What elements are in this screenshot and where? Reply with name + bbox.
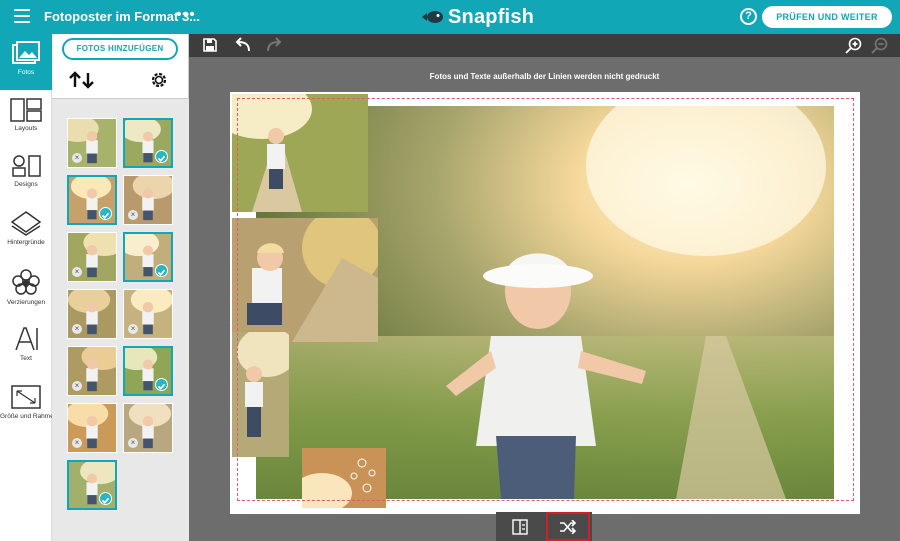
photo-thumbnail[interactable]	[67, 173, 117, 225]
nav-item-photos[interactable]: Fotos	[0, 34, 52, 90]
poster-canvas	[230, 92, 860, 514]
undo-icon[interactable]	[233, 37, 253, 53]
photos-icon	[12, 41, 40, 64]
remove-icon[interactable]: ×	[72, 381, 82, 391]
remove-icon[interactable]: ×	[72, 438, 82, 448]
photo-thumbnail[interactable]: ×	[67, 343, 124, 396]
check-icon	[155, 378, 168, 391]
sort-icon[interactable]	[68, 71, 96, 89]
collage-photo[interactable]	[232, 218, 378, 342]
layout-swap-button[interactable]	[496, 512, 544, 541]
backgrounds-icon	[10, 211, 42, 236]
layouts-icon	[10, 98, 42, 122]
brand-name: Snapfish	[448, 5, 535, 28]
add-photos-button[interactable]: FOTOS HINZUFÜGEN	[62, 38, 178, 60]
size-frame-icon	[11, 385, 41, 409]
remove-icon[interactable]: ×	[128, 438, 138, 448]
designs-icon	[12, 155, 41, 177]
nav-item-layouts[interactable]: Layouts	[0, 98, 52, 132]
photo-thumbnail[interactable]: ×	[66, 400, 117, 453]
fish-icon	[422, 11, 443, 23]
remove-icon[interactable]: ×	[72, 153, 82, 163]
remove-icon[interactable]: ×	[128, 324, 138, 334]
canvas-area: Fotos und Texte außerhalb der Linien wer…	[189, 57, 900, 541]
more-options-icon[interactable]: •••	[176, 6, 196, 24]
collage-photo[interactable]	[302, 448, 386, 508]
photo-thumbnail[interactable]	[118, 230, 173, 282]
text-icon	[15, 327, 38, 351]
nav-label: Layouts	[14, 125, 38, 132]
photo-thumbnail[interactable]: ×	[123, 172, 175, 225]
photo-action-bar	[496, 512, 592, 541]
gear-icon[interactable]	[150, 71, 168, 89]
photo-thumbnail[interactable]: ×	[67, 286, 117, 339]
collage-photo[interactable]	[232, 94, 368, 212]
check-icon	[155, 150, 168, 163]
photo-thumbnail[interactable]: ×	[67, 229, 126, 282]
brand-logo: Snapfish	[420, 5, 534, 29]
remove-icon[interactable]: ×	[72, 267, 82, 277]
nav-item-backgrounds[interactable]: Hintergründe	[0, 210, 52, 246]
print-notice: Fotos und Texte außerhalb der Linien wer…	[429, 72, 660, 81]
zoom-in-icon[interactable]	[845, 37, 863, 55]
nav-label: Fotos	[17, 69, 35, 76]
nav-label: Größe und Rahmen	[0, 413, 58, 420]
nav-label: Verzierungen	[6, 299, 46, 306]
nav-item-size-frame[interactable]: Größe und Rahmen	[0, 384, 58, 420]
check-icon	[99, 492, 112, 505]
photo-thumbnail[interactable]: ×	[123, 286, 173, 339]
photo-thumbnail[interactable]: ×	[56, 115, 117, 168]
remove-icon[interactable]: ×	[128, 210, 138, 220]
photo-thumbnail[interactable]: ×	[123, 400, 173, 453]
help-icon[interactable]: ?	[740, 8, 757, 25]
shuffle-button[interactable]	[546, 512, 590, 541]
photo-thumbnail[interactable]	[67, 458, 121, 510]
shuffle-icon	[560, 519, 577, 534]
zoom-out-icon[interactable]	[871, 37, 889, 55]
photo-thumbnail[interactable]	[120, 116, 173, 168]
photo-thumbnail[interactable]	[116, 344, 173, 396]
collage-photo[interactable]	[232, 332, 289, 457]
left-navigation: Fotos Layouts Designs Hintergründe Verzi…	[0, 34, 58, 541]
remove-icon[interactable]: ×	[72, 324, 82, 334]
photos-panel: FOTOS HINZUFÜGEN × × × × × × × ×	[52, 34, 189, 541]
nav-label: Designs	[14, 181, 38, 188]
check-icon	[155, 264, 168, 277]
photo-thumbnail-list: × × × × × × × ×	[52, 99, 189, 541]
review-continue-button[interactable]: PRÜFEN UND WEITER	[762, 6, 892, 28]
editor-toolbar	[189, 34, 900, 57]
menu-icon[interactable]	[14, 9, 30, 23]
nav-item-text[interactable]: Text	[0, 326, 52, 362]
nav-item-designs[interactable]: Designs	[0, 154, 52, 188]
layout-swap-icon	[512, 518, 528, 535]
nav-label: Text	[20, 355, 32, 362]
embellishments-icon	[12, 269, 40, 295]
nav-label: Hintergründe	[7, 239, 45, 246]
redo-icon[interactable]	[264, 37, 284, 53]
check-icon	[99, 207, 112, 220]
save-icon[interactable]	[202, 37, 218, 53]
app-header: Fotoposter im Format 3... ••• Snapfish ?…	[0, 0, 900, 34]
nav-item-embellishments[interactable]: Verzierungen	[0, 268, 52, 306]
